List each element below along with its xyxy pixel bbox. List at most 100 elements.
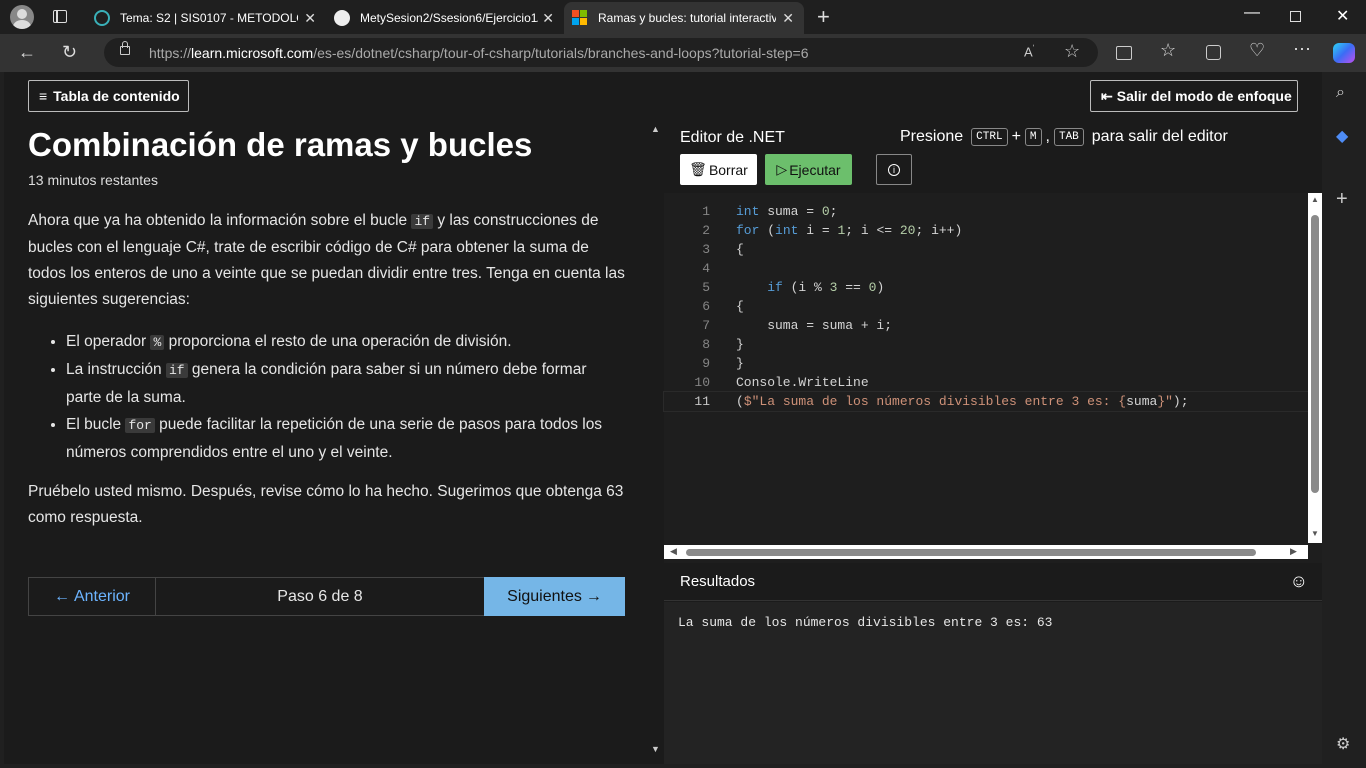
code-vertical-scrollbar[interactable]: ▲ ▼ bbox=[1308, 193, 1322, 543]
more-options-icon[interactable]: ⋯ bbox=[1293, 39, 1311, 60]
exit-focus-mode-button[interactable]: ⇤ Salir del modo de enfoque bbox=[1090, 80, 1298, 112]
code-line: 10 Console.WriteLine bbox=[664, 373, 1308, 392]
arrow-right-icon: → bbox=[585, 587, 602, 605]
code-text: { bbox=[736, 299, 744, 314]
read-aloud-icon[interactable]: Aʼ bbox=[1024, 44, 1034, 59]
results-title: Resultados bbox=[680, 573, 756, 590]
browser-tab-active[interactable]: Ramas y bucles: tutorial interactiv ✕ bbox=[564, 2, 804, 34]
browser-essentials-icon[interactable]: ♡ bbox=[1249, 40, 1265, 61]
line-number: 4 bbox=[702, 261, 710, 276]
scroll-right-icon[interactable]: ▶ bbox=[1290, 546, 1297, 557]
next-button[interactable]: Siguientes → bbox=[484, 577, 625, 616]
scroll-thumb[interactable] bbox=[1311, 215, 1319, 493]
code-line: 4 bbox=[664, 259, 1308, 278]
new-tab-icon[interactable]: + bbox=[817, 4, 830, 30]
toc-label: Tabla de contenido bbox=[53, 88, 180, 104]
clear-button[interactable]: 🗑 Borrar bbox=[680, 154, 757, 185]
browser-tab[interactable]: Tema: S2 | SIS0107 - METODOLOG ✕ bbox=[94, 4, 322, 32]
copilot-icon[interactable] bbox=[1333, 43, 1355, 63]
microsoft-logo-icon bbox=[572, 10, 588, 26]
search-icon[interactable]: ⌕ bbox=[1336, 84, 1345, 102]
plus-sign: + bbox=[1011, 128, 1021, 145]
code-line: 2 for (int i = 1; i <= 20; i++) bbox=[664, 221, 1308, 240]
comma: , bbox=[1045, 128, 1050, 145]
tips-list: El operador % proporciona el resto de un… bbox=[42, 328, 622, 466]
line-number: 6 bbox=[702, 299, 710, 314]
run-button[interactable]: ▷ Ejecutar bbox=[765, 154, 852, 185]
key-ctrl: CTRL bbox=[971, 128, 1008, 146]
tab-actions-icon[interactable] bbox=[53, 10, 67, 23]
tab-title: Ramas y bucles: tutorial interactiv bbox=[598, 11, 776, 25]
feedback-smiley-icon[interactable]: ☺ bbox=[1290, 571, 1308, 592]
key-tab: TAB bbox=[1053, 128, 1084, 146]
back-icon[interactable]: ← bbox=[18, 42, 36, 63]
code-editor[interactable]: 1 int suma = 0; 2 for (int i = 1; i <= 20;… bbox=[663, 193, 1322, 563]
code-horizontal-scrollbar[interactable]: ◀ ▶ bbox=[664, 545, 1308, 559]
favorite-star-icon[interactable]: ☆ bbox=[1064, 41, 1080, 62]
tip-text: proporciona el resto de una operación de… bbox=[164, 333, 512, 350]
close-tab-icon[interactable]: ✕ bbox=[542, 10, 554, 27]
url-text: https://learn.microsoft.com/es-es/dotnet… bbox=[149, 45, 809, 61]
browser-tab-bar: Tema: S2 | SIS0107 - METODOLOG ✕ MetySes… bbox=[0, 0, 1366, 34]
url-field[interactable]: https://learn.microsoft.com/es-es/dotnet… bbox=[104, 38, 1098, 67]
scroll-down-icon[interactable]: ▼ bbox=[1311, 529, 1319, 538]
list-item: El operador % proporciona el resto de un… bbox=[66, 328, 622, 356]
line-number: 5 bbox=[702, 280, 710, 295]
scroll-up-icon[interactable]: ▲ bbox=[1311, 195, 1319, 204]
code-text: } bbox=[736, 356, 744, 371]
trash-icon: 🗑 bbox=[689, 161, 707, 177]
collections-icon[interactable] bbox=[1206, 45, 1221, 60]
scroll-down-icon[interactable]: ▼ bbox=[651, 744, 660, 754]
run-label: Ejecutar bbox=[789, 161, 841, 178]
site-favicon-icon bbox=[94, 10, 110, 26]
inline-code: % bbox=[150, 335, 165, 350]
code-text: Console.WriteLine bbox=[736, 375, 869, 390]
line-number: 7 bbox=[702, 318, 710, 333]
minimize-icon[interactable]: — bbox=[1244, 4, 1260, 22]
article-pane: Combinación de ramas y bucles 13 minutos… bbox=[4, 120, 649, 760]
results-header: Resultados ☺ bbox=[664, 565, 1322, 601]
restore-icon[interactable] bbox=[1290, 11, 1301, 22]
profile-icon[interactable] bbox=[10, 5, 34, 29]
settings-icon[interactable]: ⚙ bbox=[1336, 734, 1350, 754]
line-number: 3 bbox=[702, 242, 710, 257]
list-item: La instrucción if genera la condición pa… bbox=[66, 356, 622, 411]
tools-icon[interactable]: ◆ bbox=[1336, 126, 1348, 146]
menu-icon: ≡ bbox=[39, 88, 48, 104]
code-text: int suma = 0; bbox=[736, 204, 838, 219]
scroll-left-icon[interactable]: ◀ bbox=[670, 546, 677, 557]
info-button[interactable]: i bbox=[876, 154, 912, 185]
close-window-icon[interactable]: ✕ bbox=[1336, 6, 1349, 26]
hint-text: Presione bbox=[900, 128, 964, 145]
code-text: } bbox=[736, 337, 744, 352]
page-content: ≡ Tabla de contenido ⇤ Salir del modo de… bbox=[4, 72, 1322, 764]
intro-text: Ahora que ya ha obtenido la información … bbox=[28, 212, 412, 229]
code-line: 1 int suma = 0; bbox=[664, 202, 1308, 221]
close-tab-icon[interactable]: ✕ bbox=[782, 10, 794, 27]
list-item: El bucle for puede facilitar la repetici… bbox=[66, 411, 622, 466]
code-line: 9} bbox=[664, 354, 1308, 373]
previous-button[interactable]: ← Anterior bbox=[29, 578, 156, 615]
refresh-icon[interactable]: ↻ bbox=[62, 42, 77, 63]
inline-code: if bbox=[165, 363, 188, 378]
table-of-contents-button[interactable]: ≡ Tabla de contenido bbox=[28, 80, 189, 112]
edge-sidebar: ⌕ ◆ + ⚙ bbox=[1322, 72, 1366, 768]
tab-title: Tema: S2 | SIS0107 - METODOLOG bbox=[120, 11, 298, 25]
console-output: La suma de los números divisibles entre … bbox=[678, 615, 1053, 630]
code-line: 7 suma = suma + i; bbox=[664, 316, 1308, 335]
code-line: 8} bbox=[664, 335, 1308, 354]
add-icon[interactable]: + bbox=[1336, 188, 1348, 211]
url-path: /es-es/dotnet/csharp/tour-of-csharp/tuto… bbox=[313, 45, 809, 61]
github-icon bbox=[334, 10, 350, 26]
article-scrollbar[interactable]: ▲ ▼ bbox=[649, 120, 663, 760]
exit-icon: ⇤ bbox=[1101, 87, 1113, 104]
split-screen-icon[interactable] bbox=[1116, 46, 1132, 60]
scroll-up-icon[interactable]: ▲ bbox=[651, 124, 660, 134]
browser-tab[interactable]: MetySesion2/Ssesion6/Ejercicio1/ ✕ bbox=[334, 4, 556, 32]
code-line: 6{ bbox=[664, 297, 1308, 316]
close-tab-icon[interactable]: ✕ bbox=[304, 10, 316, 27]
hint-text: para salir del editor bbox=[1091, 128, 1228, 145]
favorites-icon[interactable]: ☆ bbox=[1160, 40, 1176, 61]
scroll-thumb[interactable] bbox=[686, 549, 1256, 556]
tip-text: El operador bbox=[66, 333, 151, 350]
